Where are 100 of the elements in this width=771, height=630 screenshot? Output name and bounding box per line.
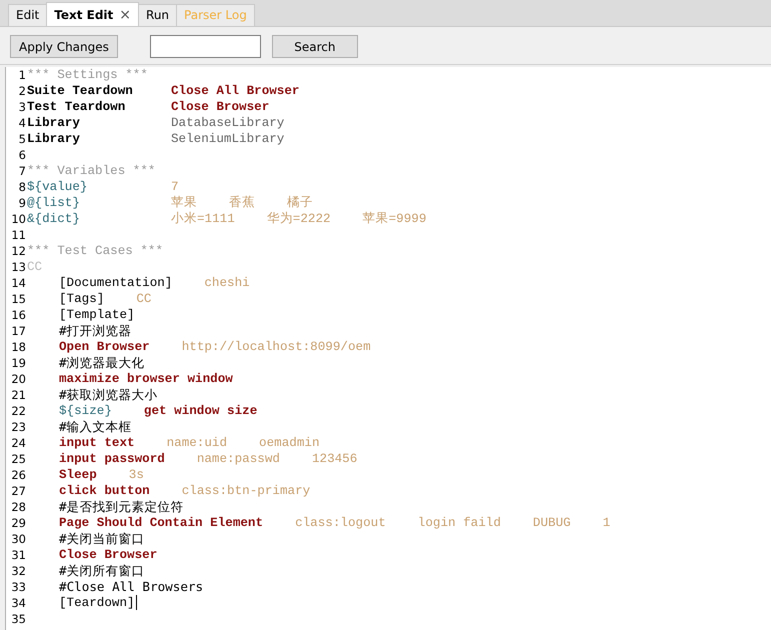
line-number: 24 xyxy=(10,435,26,451)
line-number: 25 xyxy=(10,451,26,467)
argument: 橘子 xyxy=(287,195,313,211)
keyword: Sleep xyxy=(59,467,97,483)
comment: #浏览器最大化 xyxy=(59,355,145,371)
argument: CC xyxy=(136,291,152,307)
test-case-name: CC xyxy=(27,259,42,275)
line-number: 31 xyxy=(10,547,26,563)
argument: class:btn-primary xyxy=(182,483,310,499)
library-name: SeleniumLibrary xyxy=(171,131,284,147)
setting-name: Library xyxy=(27,131,81,147)
argument: cheshi xyxy=(204,275,250,291)
line-number: 6 xyxy=(18,147,26,163)
comment: #Close All Browsers xyxy=(59,579,204,595)
search-button[interactable]: Search xyxy=(272,35,358,58)
keyword: Close All Browser xyxy=(171,83,300,99)
text-editor[interactable] xyxy=(5,67,771,630)
comment: #获取浏览器大小 xyxy=(59,387,158,403)
keyword: get window size xyxy=(144,403,258,419)
argument: class:logout xyxy=(295,515,386,531)
keyword: Close Browser xyxy=(171,99,270,115)
argument: 苹果=9999 xyxy=(362,211,426,227)
line-number: 35 xyxy=(10,611,26,627)
line-number: 18 xyxy=(10,339,26,355)
setting-name: Suite Teardown xyxy=(27,83,134,99)
keyword: input text xyxy=(59,435,135,451)
keyword: maximize browser window xyxy=(59,371,233,387)
line-number: 8 xyxy=(18,179,26,195)
keyword: Close Browser xyxy=(59,547,158,563)
tab[interactable]: Edit xyxy=(8,4,48,26)
comment: #关闭当前窗口 xyxy=(59,531,145,547)
argument: 小米=1111 xyxy=(171,211,235,227)
line-number: 26 xyxy=(10,467,26,483)
argument: DUBUG xyxy=(532,515,571,531)
test-setting: [Tags] xyxy=(59,291,104,307)
section-header: *** Settings *** xyxy=(27,67,148,83)
line-number: 32 xyxy=(10,563,26,579)
argument: 苹果 xyxy=(171,195,197,211)
argument: 1 xyxy=(602,515,610,531)
keyword: input password xyxy=(59,451,165,467)
argument: oemadmin xyxy=(259,435,320,451)
line-number: 30 xyxy=(10,531,26,547)
comment: #关闭所有窗口 xyxy=(59,563,145,579)
test-setting: [Documentation] xyxy=(59,275,172,291)
line-number: 1 xyxy=(18,67,26,83)
comment: #是否找到元素定位符 xyxy=(59,499,184,515)
tab[interactable]: Text Edit × xyxy=(46,2,140,26)
line-number: 16 xyxy=(10,307,26,323)
tab[interactable]: Run xyxy=(138,4,178,26)
variable-name: ${value} xyxy=(27,179,88,195)
line-number: 12 xyxy=(10,243,26,259)
line-number: 22 xyxy=(10,403,26,419)
test-setting: [Template] xyxy=(59,307,135,323)
line-number: 19 xyxy=(10,355,26,371)
comment: #打开浏览器 xyxy=(59,323,132,339)
line-number: 23 xyxy=(10,419,26,435)
apply-changes-button[interactable]: Apply Changes xyxy=(10,35,118,58)
line-number: 27 xyxy=(10,483,26,499)
argument: 3s xyxy=(128,467,144,483)
argument: 香蕉 xyxy=(229,195,255,211)
search-field[interactable] xyxy=(150,35,261,58)
line-number: 34 xyxy=(10,595,26,611)
argument: login faild xyxy=(418,515,501,531)
keyword: Page Should Contain Element xyxy=(59,515,264,531)
line-number: 17 xyxy=(10,323,26,339)
variable-name: @{list} xyxy=(27,195,81,211)
argument: 7 xyxy=(171,179,179,195)
line-number: 21 xyxy=(10,387,26,403)
line-number: 14 xyxy=(10,275,26,291)
argument: name:passwd xyxy=(196,451,280,467)
line-number: 4 xyxy=(18,115,26,131)
argument: 123456 xyxy=(312,451,358,467)
section-header: *** Variables *** xyxy=(27,163,156,179)
setting-name: Library xyxy=(27,115,81,131)
line-number: 20 xyxy=(10,371,26,387)
line-number: 10 xyxy=(10,211,26,227)
line-number: 13 xyxy=(10,259,26,275)
line-number: 29 xyxy=(10,515,26,531)
line-number: 5 xyxy=(18,131,26,147)
argument: 华为=2222 xyxy=(266,211,331,227)
line-number: 3 xyxy=(18,99,26,115)
section-header: *** Test Cases *** xyxy=(27,243,164,259)
library-name: DatabaseLibrary xyxy=(171,115,284,131)
comment: #输入文本框 xyxy=(59,419,132,435)
line-number: 11 xyxy=(10,227,26,243)
argument: name:uid xyxy=(166,435,228,451)
line-number: 33 xyxy=(10,579,26,595)
variable-name: &{dict} xyxy=(27,211,81,227)
line-number: 9 xyxy=(18,195,26,211)
keyword: click button xyxy=(59,483,150,499)
test-setting: [Teardown] xyxy=(59,595,135,611)
argument: http://localhost:8099/oem xyxy=(182,339,371,355)
line-number: 7 xyxy=(18,163,26,179)
line-number: 15 xyxy=(10,291,26,307)
line-number: 2 xyxy=(18,83,26,99)
keyword: Open Browser xyxy=(59,339,150,355)
variable-name: ${size} xyxy=(59,403,112,419)
setting-name: Test Teardown xyxy=(27,99,126,115)
line-number: 28 xyxy=(10,499,26,515)
close-icon[interactable]: × xyxy=(119,7,132,23)
